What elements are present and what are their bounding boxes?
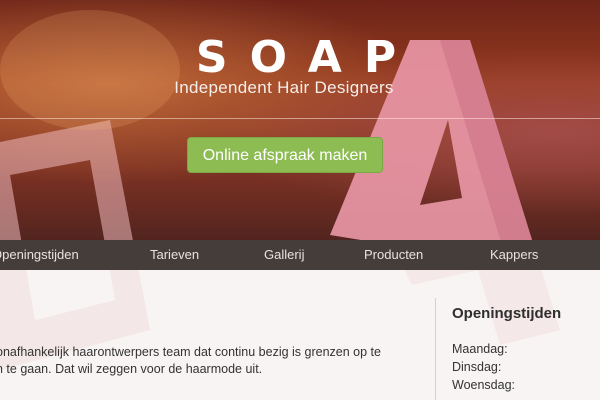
- nav-item-kappers[interactable]: Kappers: [490, 240, 538, 270]
- day-label-woensdag: Woensdag:: [452, 378, 516, 392]
- nav-item-openingstijden[interactable]: Openingstijden: [0, 240, 79, 270]
- intro-line: onafhankelijk haarontwerpers team dat co…: [0, 345, 381, 359]
- logo[interactable]: SOAP: [0, 36, 592, 80]
- book-appointment-button[interactable]: Online afspraak maken: [187, 137, 383, 173]
- hero-banner: SOAP Independent Hair Designers Online a…: [0, 0, 600, 240]
- main-nav: Openingstijden Tarieven Gallerij Product…: [0, 240, 600, 270]
- day-label-dinsdag: Dinsdag:: [452, 360, 502, 374]
- intro-text: onafhankelijk haarontwerpers team dat co…: [0, 344, 396, 378]
- opening-hours-title: Openingstijden: [452, 305, 562, 322]
- tagline: Independent Hair Designers: [174, 78, 394, 97]
- opening-hours-list: Maandag: Dinsdag: Woensdag:: [452, 340, 515, 394]
- nav-item-producten[interactable]: Producten: [364, 240, 423, 270]
- intro-line: n te gaan. Dat wil zeggen voor de haarmo…: [0, 362, 263, 376]
- sidebar-divider: [435, 298, 436, 400]
- header-divider: [0, 118, 600, 119]
- nav-item-tarieven[interactable]: Tarieven: [150, 240, 199, 270]
- content-area: onafhankelijk haarontwerpers team dat co…: [0, 270, 600, 400]
- page: SOAP Independent Hair Designers Online a…: [0, 0, 600, 400]
- day-label-maandag: Maandag:: [452, 342, 508, 356]
- nav-item-gallerij[interactable]: Gallerij: [264, 240, 304, 270]
